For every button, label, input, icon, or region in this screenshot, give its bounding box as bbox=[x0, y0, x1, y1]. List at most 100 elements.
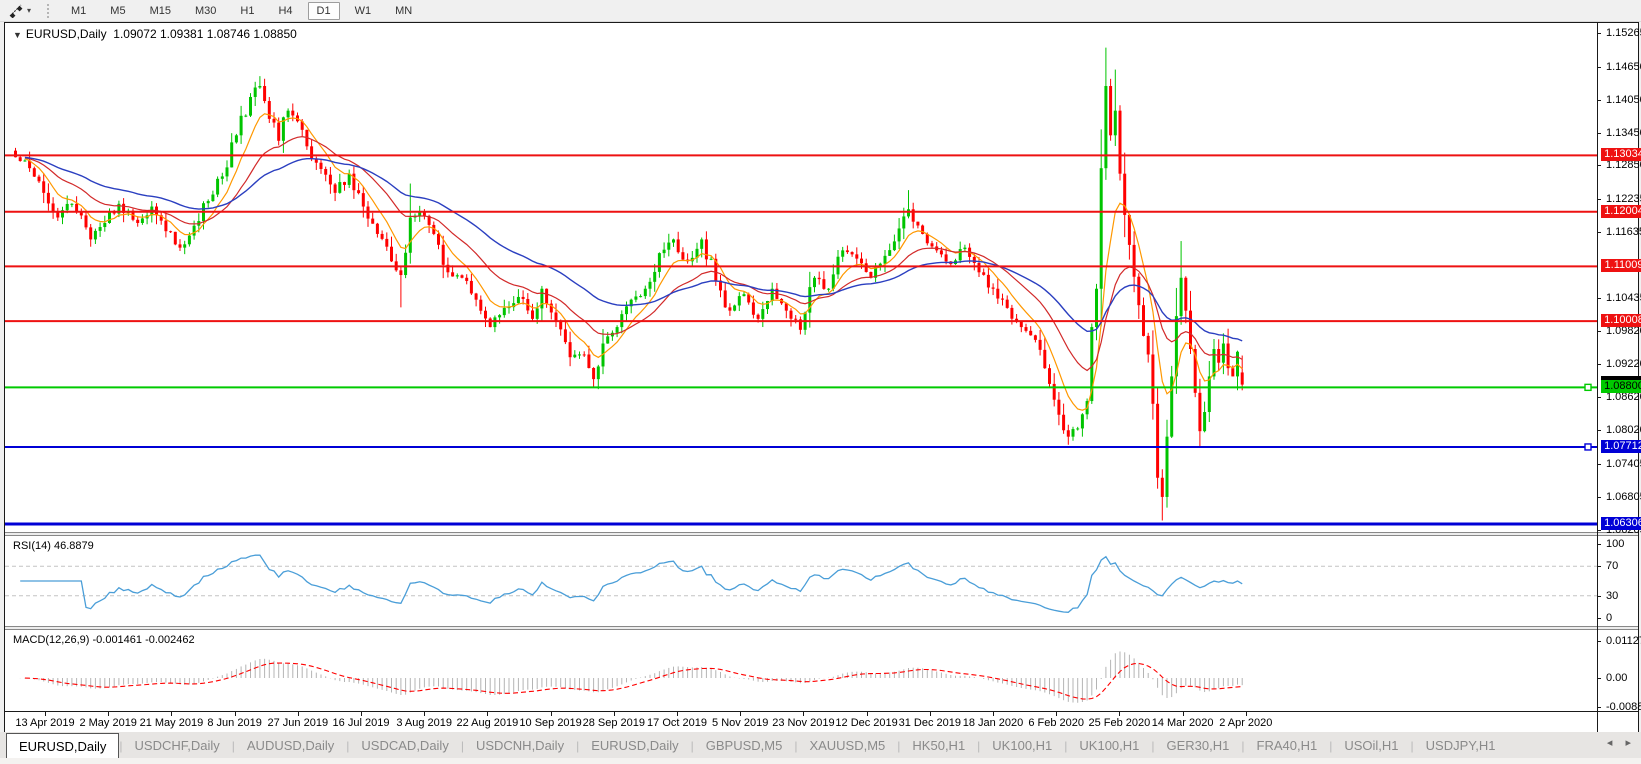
rsi-label: RSI(14) 46.8879 bbox=[13, 540, 94, 552]
trading-terminal: ▾ M1 M5 M15 M30 H1 H4 D1 W1 MN ▼EURUSD,Daily 1.0… bbox=[0, 0, 1641, 764]
timeframe-button-m1[interactable]: M1 bbox=[62, 2, 95, 20]
chart-tab-hk50-h1[interactable]: HK50,H1 bbox=[900, 733, 977, 758]
level-price-label: 1.06306 bbox=[1601, 517, 1641, 530]
price-axis-label: 1.13450 bbox=[1606, 127, 1641, 139]
level-price-label: 1.11009 bbox=[1601, 259, 1641, 272]
date-axis-label: 28 Sep 2019 bbox=[583, 717, 645, 729]
chart-tab-usoil-h1[interactable]: USOil,H1 bbox=[1332, 733, 1410, 758]
date-tick bbox=[424, 712, 425, 716]
date-axis-label: 23 Nov 2019 bbox=[772, 717, 834, 729]
chart-tab-fra40-h1[interactable]: FRA40,H1 bbox=[1245, 733, 1330, 758]
timeframe-button-h1[interactable]: H1 bbox=[231, 2, 263, 20]
price-axis-label: 1.09220 bbox=[1606, 358, 1641, 370]
axis-tick bbox=[1597, 544, 1601, 545]
rsi-indicator-plot[interactable] bbox=[5, 536, 1597, 626]
macd-label: MACD(12,26,9) -0.001461 -0.002462 bbox=[13, 634, 195, 646]
price-axis-label: 1.08020 bbox=[1606, 424, 1641, 436]
macd-axis-label: 0.00 bbox=[1606, 672, 1627, 684]
chart-window: ▼EURUSD,Daily 1.09072 1.09381 1.08746 1.… bbox=[4, 22, 1639, 734]
rsi-axis-label: 70 bbox=[1606, 560, 1618, 572]
chart-tab-usdchf-daily[interactable]: USDCHF,Daily bbox=[123, 733, 232, 758]
status-strip bbox=[0, 758, 1641, 764]
toolbar-grip[interactable] bbox=[47, 4, 49, 18]
rsi-name: RSI(14) bbox=[13, 540, 51, 552]
date-tick bbox=[235, 712, 236, 716]
chart-tabs: EURUSD,Daily|USDCHF,Daily|AUDUSD,Daily|U… bbox=[6, 733, 1508, 758]
line-handle bbox=[1585, 444, 1591, 450]
level-price-label: 1.08800 bbox=[1601, 380, 1641, 393]
tab-scroll-arrows: ◂ ▸ bbox=[1597, 736, 1631, 749]
axis-tick bbox=[1597, 464, 1601, 465]
date-axis-label: 16 Jul 2019 bbox=[333, 717, 390, 729]
timeframe-button-d1[interactable]: D1 bbox=[308, 2, 340, 20]
tab-scroll-left-icon[interactable]: ◂ bbox=[1607, 737, 1613, 749]
chart-tab-ger30-h1[interactable]: GER30,H1 bbox=[1155, 733, 1242, 758]
chart-tab-eurusd-daily[interactable]: EURUSD,Daily bbox=[579, 733, 690, 758]
price-axis-label: 1.10435 bbox=[1606, 292, 1641, 304]
level-price-label: 1.07712 bbox=[1601, 440, 1641, 453]
date-tick bbox=[361, 712, 362, 716]
chart-symbol-label: EURUSD,Daily bbox=[26, 27, 107, 41]
tab-scroll-right-icon[interactable]: ▸ bbox=[1625, 737, 1631, 749]
chart-title: ▼EURUSD,Daily 1.09072 1.09381 1.08746 1.… bbox=[13, 27, 297, 41]
date-tick bbox=[677, 712, 678, 716]
macd-indicator-plot[interactable] bbox=[5, 630, 1597, 711]
toolbar: ▾ M1 M5 M15 M30 H1 H4 D1 W1 MN bbox=[0, 0, 1641, 22]
axis-tick bbox=[1597, 397, 1601, 398]
candles-layer bbox=[14, 48, 1244, 521]
date-tick bbox=[1246, 712, 1247, 716]
macd-values: -0.001461 -0.002462 bbox=[92, 634, 194, 646]
chart-ohlc-values: 1.09072 1.09381 1.08746 1.08850 bbox=[113, 27, 297, 41]
price-axis-label: 1.15265 bbox=[1606, 27, 1641, 39]
date-axis[interactable]: 13 Apr 20192 May 201921 May 20198 Jun 20… bbox=[5, 711, 1638, 733]
level-price-label: 1.13034 bbox=[1601, 148, 1641, 161]
date-tick bbox=[993, 712, 994, 716]
chart-tab-uk100-h1[interactable]: UK100,H1 bbox=[980, 733, 1064, 758]
chart-tab-usdcnh-daily[interactable]: USDCNH,Daily bbox=[464, 733, 576, 758]
rsi-axis-label: 0 bbox=[1606, 612, 1612, 624]
chart-tab-uk100-h1[interactable]: UK100,H1 bbox=[1067, 733, 1151, 758]
timeframe-button-mn[interactable]: MN bbox=[386, 2, 421, 20]
line-handle bbox=[1585, 384, 1591, 390]
timeframe-toolbar: M1 M5 M15 M30 H1 H4 D1 W1 MN bbox=[59, 2, 424, 20]
macd-axis-label: 0.011277 bbox=[1606, 635, 1641, 647]
date-axis-label: 12 Dec 2019 bbox=[835, 717, 897, 729]
date-axis-label: 27 Jun 2019 bbox=[268, 717, 329, 729]
date-axis-label: 14 Mar 2020 bbox=[1152, 717, 1214, 729]
date-axis-label: 21 May 2019 bbox=[140, 717, 204, 729]
date-axis-label: 25 Feb 2020 bbox=[1089, 717, 1151, 729]
chart-tab-usdjpy-h1[interactable]: USDJPY,H1 bbox=[1414, 733, 1508, 758]
level-price-label: 1.12004 bbox=[1601, 205, 1641, 218]
price-axis-label: 1.06805 bbox=[1606, 491, 1641, 503]
chart-tab-eurusd-daily[interactable]: EURUSD,Daily bbox=[6, 733, 119, 758]
axis-tick bbox=[1597, 364, 1601, 365]
date-axis-label: 6 Feb 2020 bbox=[1028, 717, 1084, 729]
rsi-line bbox=[20, 555, 1242, 612]
price-axis-label: 1.14650 bbox=[1606, 61, 1641, 73]
chart-tab-xauusd-m5[interactable]: XAUUSD,M5 bbox=[797, 733, 897, 758]
macd-axis-label: -0.008845 bbox=[1606, 701, 1641, 713]
moving-average-line bbox=[25, 158, 1242, 341]
timeframe-button-h4[interactable]: H4 bbox=[269, 2, 301, 20]
timeframe-button-m5[interactable]: M5 bbox=[101, 2, 134, 20]
price-chart-plot[interactable] bbox=[5, 23, 1597, 532]
chart-tab-audusd-daily[interactable]: AUDUSD,Daily bbox=[235, 733, 346, 758]
timeframe-button-m15[interactable]: M15 bbox=[141, 2, 180, 20]
moving-average-line bbox=[25, 114, 1242, 410]
price-axis-label: 1.12235 bbox=[1606, 193, 1641, 205]
dropdown-caret-icon: ▾ bbox=[27, 6, 31, 15]
chart-tab-bar: EURUSD,Daily|USDCHF,Daily|AUDUSD,Daily|U… bbox=[0, 732, 1641, 764]
axis-tick bbox=[1597, 566, 1601, 567]
axis-tick bbox=[1597, 33, 1601, 34]
timeframe-button-w1[interactable]: W1 bbox=[346, 2, 381, 20]
date-axis-label: 8 Jun 2019 bbox=[207, 717, 261, 729]
cursor-tool-button[interactable]: ▾ bbox=[4, 2, 35, 19]
date-tick bbox=[171, 712, 172, 716]
chart-tab-usdcad-daily[interactable]: USDCAD,Daily bbox=[349, 733, 460, 758]
chart-tab-gbpusd-m5[interactable]: GBPUSD,M5 bbox=[694, 733, 795, 758]
axis-tick bbox=[1597, 497, 1601, 498]
axis-tick bbox=[1597, 641, 1601, 642]
timeframe-button-m30[interactable]: M30 bbox=[186, 2, 225, 20]
rsi-axis-label: 30 bbox=[1606, 590, 1618, 602]
axis-tick bbox=[1597, 530, 1601, 531]
